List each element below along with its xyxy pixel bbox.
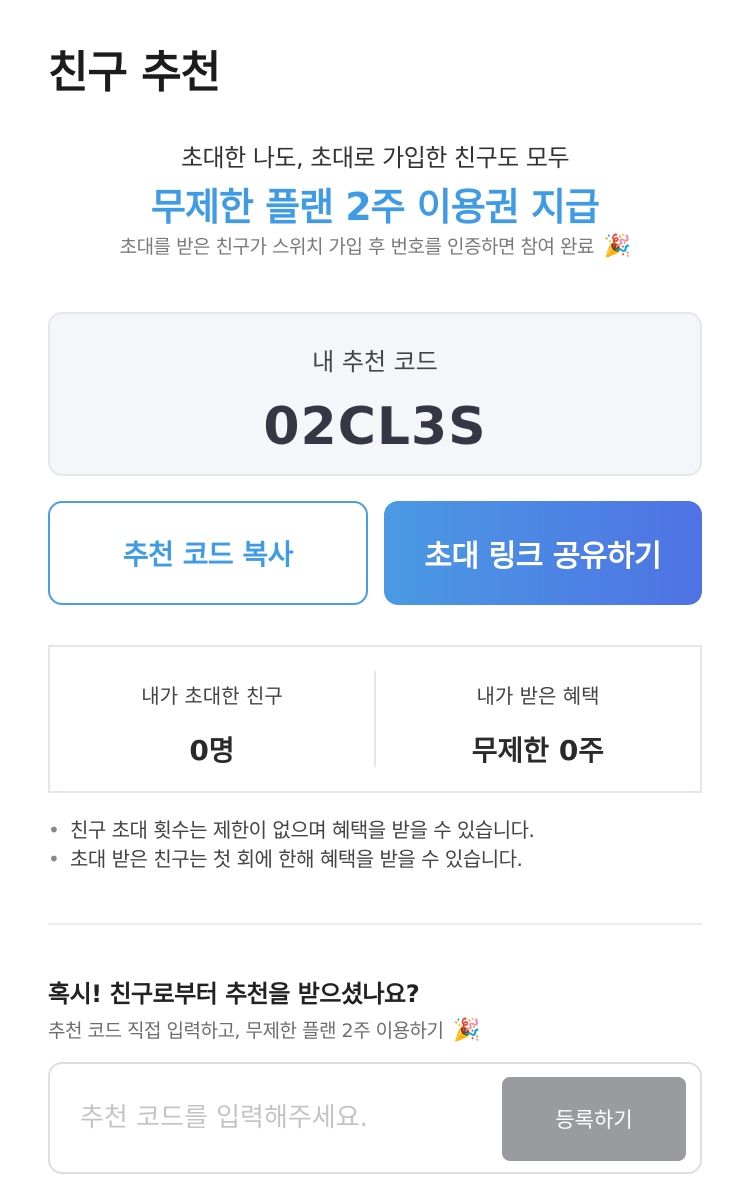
bullet-icon: • xyxy=(48,847,60,871)
invited-friends-count: 0명 xyxy=(189,734,235,767)
register-subtitle-text: 추천 코드 직접 입력하고, 무제한 플랜 2주 이용하기 xyxy=(48,1020,444,1042)
received-benefit-label: 내가 받은 혜택 xyxy=(476,684,600,708)
referral-code-input-box: 등록하기 xyxy=(48,1062,702,1174)
referral-notes-list: • 친구 초대 횟수는 제한이 없으며 혜택을 받을 수 있습니다. • 초대 받은… xyxy=(48,816,702,874)
register-section-title: 혹시! 친구로부터 추천을 받으셨나요? xyxy=(48,980,420,1008)
section-divider xyxy=(48,923,702,925)
received-benefit-stat: 내가 받은 혜택 무제한 0주 xyxy=(376,647,700,791)
note-text: 친구 초대 횟수는 제한이 없으며 혜택을 받을 수 있습니다. xyxy=(70,818,535,842)
promo-note-text: 초대를 받은 친구가 스위치 가입 후 번호를 인증하면 참여 완료 xyxy=(119,236,595,258)
promo-banner: 초대한 나도, 초대로 가입한 친구도 모두 무제한 플랜 2주 이용권 지급 … xyxy=(0,140,750,262)
note-text: 초대 받은 친구는 첫 회에 한해 혜택을 받을 수 있습니다. xyxy=(70,847,523,871)
received-benefit-value: 무제한 0주 xyxy=(471,734,605,767)
referral-code-input[interactable] xyxy=(80,1096,490,1140)
copy-code-button[interactable]: 추천 코드 복사 xyxy=(48,501,368,605)
invited-friends-label: 내가 초대한 친구 xyxy=(141,684,283,708)
register-section-subtitle: 추천 코드 직접 입력하고, 무제한 플랜 2주 이용하기 🎉 xyxy=(48,1016,480,1043)
promo-intro-text: 초대한 나도, 초대로 가입한 친구도 모두 xyxy=(180,144,570,172)
list-item: • 친구 초대 횟수는 제한이 없으며 혜택을 받을 수 있습니다. xyxy=(48,816,702,845)
bullet-icon: • xyxy=(48,818,60,842)
party-popper-icon: 🎉 xyxy=(453,1018,480,1043)
my-referral-code-card: 내 추천 코드 02CL3S xyxy=(48,312,702,476)
referral-code-label: 내 추천 코드 xyxy=(312,348,438,376)
invited-friends-stat: 내가 초대한 친구 0명 xyxy=(50,647,374,791)
page-title: 친구 추천 xyxy=(48,47,221,98)
referral-code-value: 02CL3S xyxy=(263,397,487,457)
share-invite-link-button[interactable]: 초대 링크 공유하기 xyxy=(384,501,702,605)
party-popper-icon: 🎉 xyxy=(603,234,631,259)
register-button[interactable]: 등록하기 xyxy=(502,1077,686,1161)
list-item: • 초대 받은 친구는 첫 회에 한해 혜택을 받을 수 있습니다. xyxy=(48,845,702,874)
promo-highlight-text: 무제한 플랜 2주 이용권 지급 xyxy=(151,185,600,229)
referral-stats-panel: 내가 초대한 친구 0명 내가 받은 혜택 무제한 0주 xyxy=(48,645,702,793)
promo-note: 초대를 받은 친구가 스위치 가입 후 번호를 인증하면 참여 완료 🎉 xyxy=(0,232,750,262)
